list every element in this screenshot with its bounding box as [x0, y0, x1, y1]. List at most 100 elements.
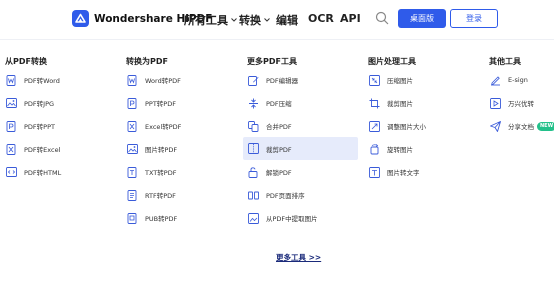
- tool-label: 图片转文字: [387, 169, 420, 177]
- tool-label: PDF编辑器: [266, 77, 299, 85]
- tool-excel-to-pdf[interactable]: Excel转PDF: [126, 115, 181, 137]
- tool-merge-pdf[interactable]: 合并PDF: [247, 115, 292, 137]
- tool-rotate-image[interactable]: 旋转图片: [368, 138, 413, 160]
- nav-ocr[interactable]: OCR: [308, 12, 334, 25]
- tool-ppt-to-pdf[interactable]: PPT转PDF: [126, 92, 176, 114]
- tool-image-to-pdf[interactable]: 图片转PDF: [126, 138, 177, 160]
- compress-image-icon: [368, 74, 380, 86]
- tool-extract-images[interactable]: 从PDF中提取图片: [247, 207, 318, 229]
- nav-edit[interactable]: 编辑: [276, 12, 298, 28]
- pub-icon: [126, 212, 138, 224]
- tool-label: 从PDF中提取图片: [266, 215, 318, 223]
- tool-share-document[interactable]: 分享文档 NEW: [489, 115, 554, 137]
- tool-label: PPT转PDF: [145, 100, 176, 108]
- tool-crop-image[interactable]: 裁剪图片: [368, 92, 413, 114]
- login-button[interactable]: 登录: [450, 9, 498, 28]
- tool-label: 分享文档: [508, 123, 534, 131]
- tool-label: PDF页面排序: [266, 192, 305, 200]
- column-title-from-pdf: 从PDF转换: [5, 57, 47, 66]
- tool-label: TXT转PDF: [145, 169, 177, 177]
- image-icon: [5, 97, 17, 109]
- tool-image-to-text[interactable]: 图片转文字: [368, 161, 420, 183]
- new-badge: NEW: [537, 121, 554, 131]
- column-title-other-tools: 其他工具: [489, 57, 521, 66]
- tool-label: 万兴优转: [508, 100, 534, 108]
- nav-api[interactable]: API: [340, 12, 361, 25]
- html-icon: [5, 166, 17, 178]
- column-title-to-pdf: 转换为PDF: [126, 57, 168, 66]
- excel-icon: [126, 120, 138, 132]
- hipdf-logo-icon: [72, 10, 89, 27]
- ppt-icon: [5, 120, 17, 132]
- split-icon: [247, 143, 259, 155]
- nav-convert[interactable]: 转换: [239, 12, 270, 28]
- tool-label: RTF转PDF: [145, 192, 176, 200]
- tool-pdf-page-order[interactable]: PDF页面排序: [247, 184, 305, 206]
- ppt-icon: [126, 97, 138, 109]
- compress-icon: [247, 97, 259, 109]
- word-doc-icon: [5, 74, 17, 86]
- share-icon: [489, 120, 501, 132]
- tool-word-to-pdf[interactable]: Word转PDF: [126, 69, 181, 91]
- chevron-down-icon: [264, 18, 270, 22]
- top-nav-bar: Wondershare HiPDF 所有工具 转换 编辑 OCR API 桌面版…: [0, 0, 554, 40]
- tool-rtf-to-pdf[interactable]: RTF转PDF: [126, 184, 176, 206]
- column-title-more-pdf-tools: 更多PDF工具: [247, 57, 297, 66]
- tool-e-sign[interactable]: E-sign: [489, 69, 528, 91]
- search-icon[interactable]: [375, 11, 389, 25]
- tool-uniconverter[interactable]: 万兴优转: [489, 92, 534, 114]
- tool-label: 裁剪PDF: [266, 145, 292, 154]
- more-tools-link[interactable]: 更多工具 >>: [276, 252, 321, 263]
- chevron-down-icon: [231, 18, 237, 22]
- image-icon: [126, 143, 138, 155]
- tool-unlock-pdf[interactable]: 解锁PDF: [247, 161, 292, 183]
- unlock-icon: [247, 166, 259, 178]
- rtf-icon: [126, 189, 138, 201]
- tool-label: PDF压缩: [266, 100, 292, 108]
- tool-label: 旋转图片: [387, 146, 413, 154]
- tool-pdf-to-excel[interactable]: PDF转Excel: [5, 138, 60, 160]
- resize-icon: [368, 120, 380, 132]
- tool-pub-to-pdf[interactable]: PUB转PDF: [126, 207, 177, 229]
- tool-label: 调整图片大小: [387, 123, 426, 131]
- nav-convert-label: 转换: [239, 14, 261, 27]
- txt-icon: [126, 166, 138, 178]
- nav-all-tools[interactable]: 所有工具: [184, 12, 237, 28]
- tool-pdf-compress[interactable]: PDF压缩: [247, 92, 292, 114]
- word-doc-icon: [126, 74, 138, 86]
- tool-txt-to-pdf[interactable]: TXT转PDF: [126, 161, 176, 183]
- tool-label: PUB转PDF: [145, 215, 178, 223]
- nav-all-tools-label: 所有工具: [184, 14, 228, 27]
- tool-pdf-to-word[interactable]: PDF转Word: [5, 69, 60, 91]
- tool-label: Excel转PDF: [145, 123, 182, 131]
- tool-label: 解锁PDF: [266, 169, 292, 177]
- tool-pdf-to-ppt[interactable]: PDF转PPT: [5, 115, 55, 137]
- signature-icon: [489, 74, 501, 86]
- excel-icon: [5, 143, 17, 155]
- pages-icon: [247, 189, 259, 201]
- tool-compress-image[interactable]: 压缩图片: [368, 69, 413, 91]
- desktop-version-button[interactable]: 桌面版: [398, 9, 446, 28]
- tool-label: PDF转Excel: [24, 146, 61, 154]
- image-to-text-icon: [368, 166, 380, 178]
- video-convert-icon: [489, 97, 501, 109]
- tool-pdf-to-html[interactable]: PDF转HTML: [5, 161, 61, 183]
- tool-label: Word转PDF: [145, 77, 181, 85]
- tool-label: 裁剪图片: [387, 100, 413, 108]
- tool-pdf-to-jpg[interactable]: PDF转JPG: [5, 92, 54, 114]
- tool-label: PDF转Word: [24, 77, 60, 85]
- merge-icon: [247, 120, 259, 132]
- column-title-image-tools: 图片处理工具: [368, 57, 416, 66]
- tool-split-pdf[interactable]: 裁剪PDF: [243, 137, 358, 160]
- tool-label: E-sign: [508, 76, 528, 84]
- extract-image-icon: [247, 212, 259, 224]
- tool-label: 压缩图片: [387, 77, 413, 85]
- tool-label: 合并PDF: [266, 123, 292, 131]
- tool-pdf-editor[interactable]: PDF编辑器: [247, 69, 298, 91]
- tool-label: PDF转PPT: [24, 123, 55, 131]
- tool-label: 图片转PDF: [145, 146, 178, 154]
- tool-label: PDF转HTML: [24, 169, 62, 177]
- tool-label: PDF转JPG: [24, 100, 55, 108]
- tool-resize-image[interactable]: 调整图片大小: [368, 115, 426, 137]
- edit-icon: [247, 74, 259, 86]
